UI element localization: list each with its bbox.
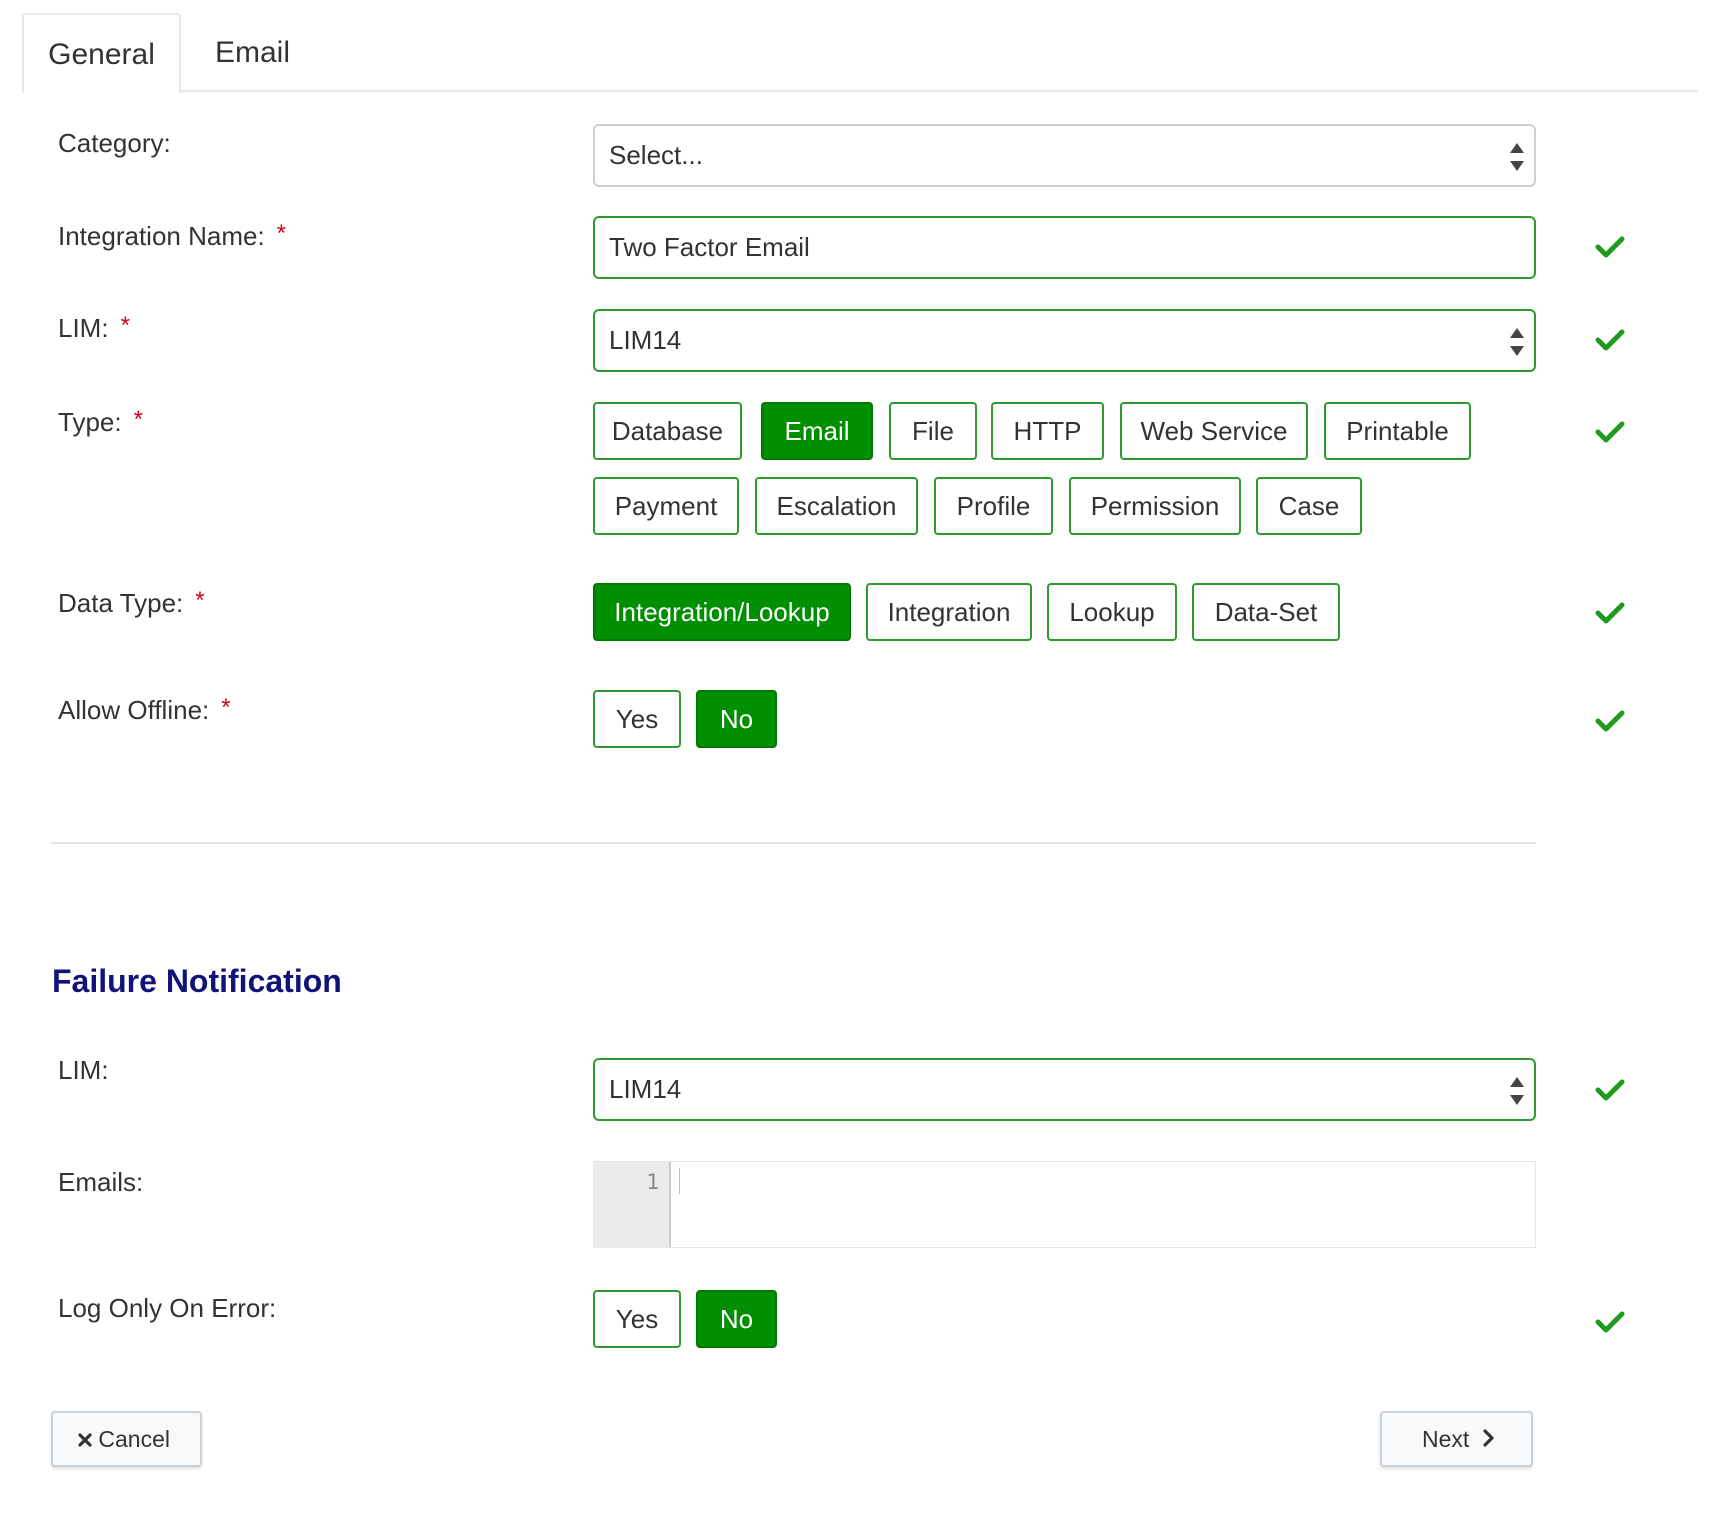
failure-notification-title: Failure Notification [52, 963, 342, 999]
data-type-option-lookup[interactable]: Lookup [1047, 583, 1177, 641]
data-type-label: Data Type: * [58, 587, 205, 618]
tab-email[interactable]: Email [215, 13, 290, 94]
required-marker: * [120, 312, 130, 339]
allow-offline-yes[interactable]: Yes [593, 690, 681, 748]
tab-bar: General Email [22, 13, 1698, 94]
chevron-right-icon [1482, 1413, 1494, 1465]
allow-offline-label: Allow Offline: * [58, 694, 231, 725]
line-number: 1 [646, 1170, 659, 1194]
check-icon [1595, 235, 1625, 259]
type-option-payment[interactable]: Payment [593, 477, 739, 535]
type-option-printable[interactable]: Printable [1324, 402, 1471, 460]
check-icon [1595, 601, 1625, 625]
failure-lim-label: LIM: [58, 1055, 109, 1085]
log-only-on-error-label: Log Only On Error: [58, 1293, 277, 1323]
check-icon [1595, 709, 1625, 733]
select-arrows-icon [1510, 328, 1524, 356]
section-divider [51, 842, 1536, 844]
required-marker: * [221, 694, 231, 721]
emails-code-editor[interactable]: 1 [593, 1161, 1536, 1248]
text-cursor [679, 1168, 680, 1194]
type-option-escalation[interactable]: Escalation [755, 477, 918, 535]
cancel-button[interactable]: Cancel [51, 1411, 202, 1467]
check-icon [1595, 1078, 1625, 1102]
type-option-http[interactable]: HTTP [991, 402, 1104, 460]
type-option-database[interactable]: Database [593, 402, 742, 460]
data-type-option-integration[interactable]: Integration [866, 583, 1032, 641]
check-icon [1595, 328, 1625, 352]
required-marker: * [195, 587, 205, 614]
failure-lim-select-value: LIM14 [609, 1074, 682, 1104]
type-option-file[interactable]: File [889, 402, 977, 460]
cancel-label: Cancel [98, 1426, 170, 1452]
type-option-permission[interactable]: Permission [1069, 477, 1241, 535]
type-option-email[interactable]: Email [761, 402, 873, 460]
failure-lim-select[interactable]: LIM14 [593, 1058, 1536, 1121]
category-label: Category: [58, 128, 171, 158]
data-type-option-integration-lookup[interactable]: Integration/Lookup [593, 583, 851, 641]
log-only-on-error-yes[interactable]: Yes [593, 1290, 681, 1348]
check-icon [1595, 1310, 1625, 1334]
editor-gutter: 1 [594, 1162, 671, 1247]
lim-label: LIM: * [58, 312, 130, 343]
category-select-value: Select... [609, 140, 703, 170]
integration-name-value: Two Factor Email [609, 232, 810, 262]
category-select[interactable]: Select... [593, 124, 1536, 187]
lim-select[interactable]: LIM14 [593, 309, 1536, 372]
tab-general[interactable]: General [22, 13, 181, 94]
type-option-web-service[interactable]: Web Service [1120, 402, 1308, 460]
data-type-option-data-set[interactable]: Data-Set [1192, 583, 1340, 641]
next-label: Next [1422, 1426, 1470, 1452]
check-icon [1595, 420, 1625, 444]
type-label: Type: * [58, 406, 143, 437]
integration-name-label: Integration Name: * [58, 220, 287, 251]
required-marker: * [276, 220, 287, 247]
select-arrows-icon [1510, 1077, 1524, 1105]
times-icon [78, 1413, 92, 1465]
log-only-on-error-no[interactable]: No [696, 1290, 777, 1348]
type-option-profile[interactable]: Profile [934, 477, 1053, 535]
integration-name-input[interactable]: Two Factor Email [593, 216, 1536, 279]
next-button[interactable]: Next [1380, 1411, 1533, 1467]
lim-select-value: LIM14 [609, 325, 682, 355]
emails-label: Emails: [58, 1167, 144, 1197]
type-option-case[interactable]: Case [1256, 477, 1362, 535]
allow-offline-no[interactable]: No [696, 690, 777, 748]
select-arrows-icon [1510, 143, 1524, 171]
required-marker: * [133, 406, 143, 433]
